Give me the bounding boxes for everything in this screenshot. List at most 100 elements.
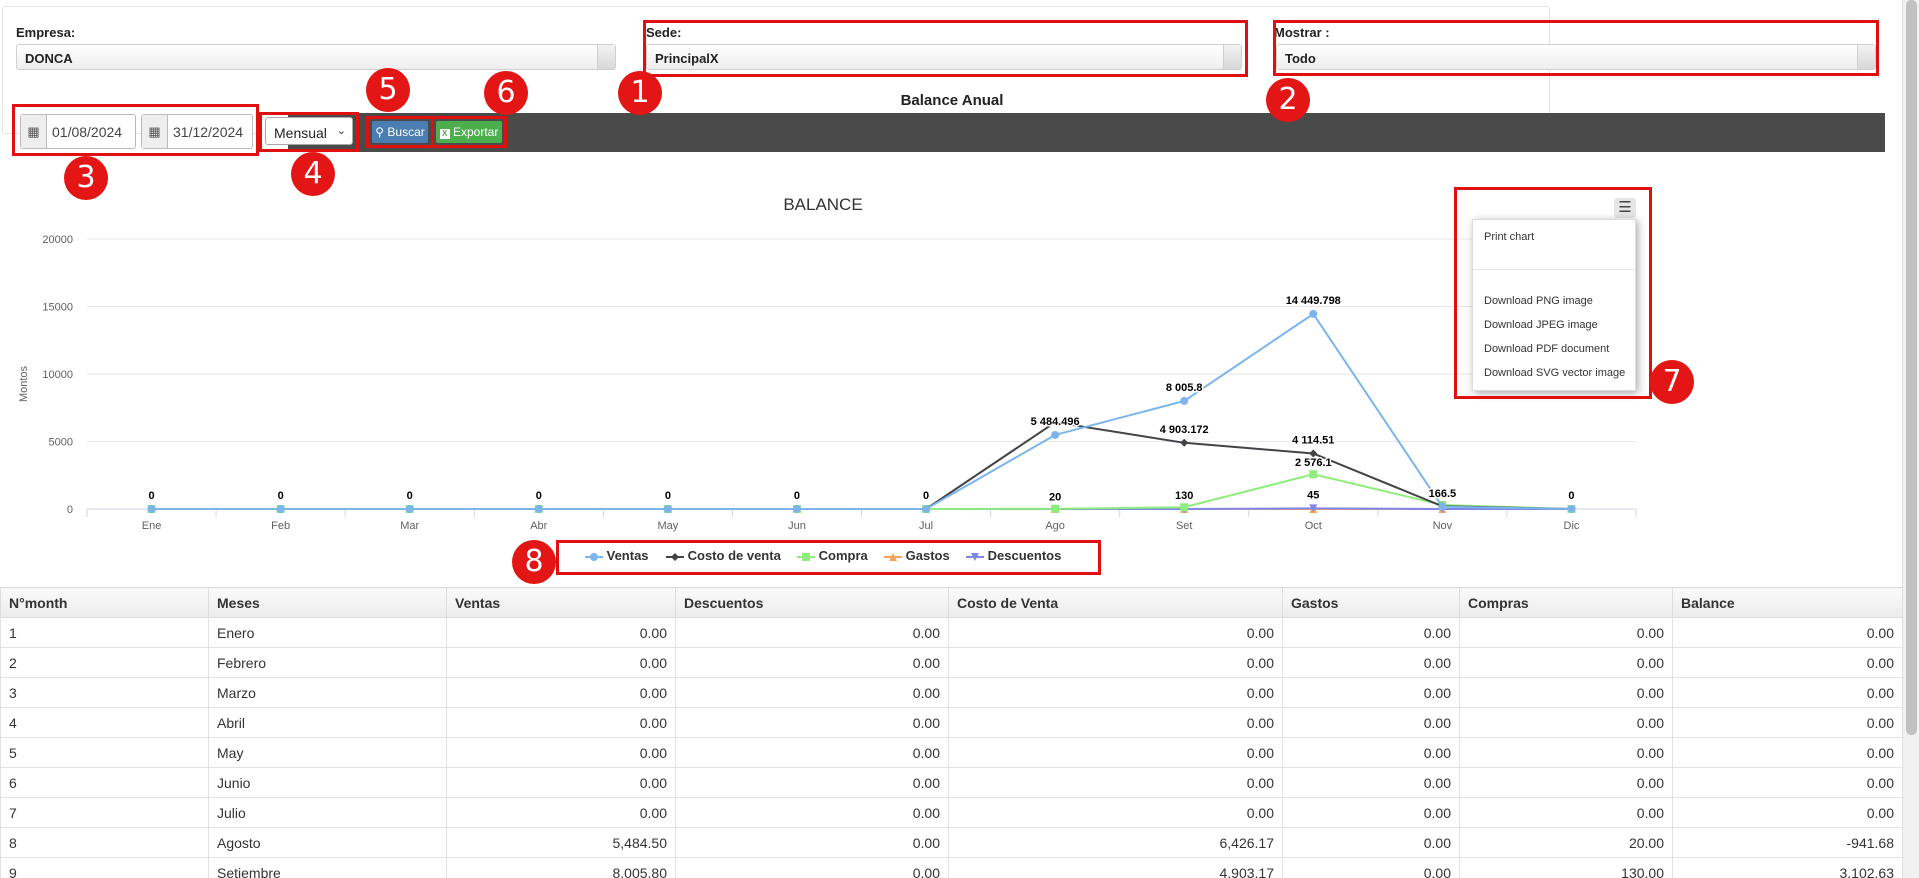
sede-select[interactable]: PrincipalX [646,44,1242,70]
table-cell: 0.00 [1672,677,1902,708]
legend-label: Ventas [606,548,649,563]
table-row[interactable]: 4 Abril 0.00 0.00 0.00 0.00 0.00 0.00 [0,707,1902,738]
column-header[interactable]: Ventas [446,587,676,618]
table-cell: May [208,737,447,768]
menu-item-jpeg[interactable]: Download JPEG image [1484,319,1598,331]
table-row[interactable]: 1 Enero 0.00 0.00 0.00 0.00 0.00 0.00 [0,617,1902,648]
table-cell: 0.00 [675,617,949,648]
legend-item-gastos[interactable]: Gastos [884,548,950,563]
empresa-select[interactable]: DONCA [16,44,616,70]
table-cell: Setiembre [208,857,447,878]
date-to-value: 31/12/2024 [173,124,244,140]
table-cell: 4,903.17 [948,857,1283,878]
data-label: 2 576.1 [1295,457,1332,469]
period-select[interactable]: Mensual ⌄ [265,117,353,145]
chart-title: BALANCE [783,195,863,214]
column-header[interactable]: Compras [1459,587,1673,618]
table-cell: 0.00 [1282,857,1460,878]
mostrar-select[interactable]: Todo [1276,44,1876,70]
data-label: 0 [148,490,154,502]
section-title: Balance Anual [900,92,1004,109]
legend-item-compra[interactable]: Compra [797,548,868,563]
table-row[interactable]: 6 Junio 0.00 0.00 0.00 0.00 0.00 0.00 [0,767,1902,798]
period-value: Mensual [274,125,327,141]
table-cell: 0.00 [446,767,676,798]
data-point [1309,309,1318,318]
table-cell: 0.00 [446,737,676,768]
table-cell: 0.00 [1282,647,1460,678]
table-cell: 5 [0,737,209,768]
legend-label: Descuentos [987,548,1062,563]
toolbar-bar [288,113,1885,152]
table-row[interactable]: 5 May 0.00 0.00 0.00 0.00 0.00 0.00 [0,737,1902,768]
table-cell: 0.00 [675,707,949,738]
y-tick-label: 5000 [49,437,73,449]
date-from-input[interactable]: ▦ 01/08/2024 [20,114,136,149]
table-row[interactable]: 9 Setiembre 8,005.80 0.00 4,903.17 0.00 130.00… [0,857,1902,878]
legend-marker [966,552,984,561]
table-cell: Abril [208,707,447,738]
chevron-down-icon [1857,45,1875,69]
menu-item-print[interactable]: Print chart [1484,231,1534,243]
menu-item-png[interactable]: Download PNG image [1484,295,1593,307]
x-tick-label: Ene [142,520,162,532]
menu-item-svg[interactable]: Download SVG vector image [1484,367,1625,379]
data-point [1438,502,1447,511]
table-cell: 0.00 [948,797,1283,828]
data-label: 5 484.496 [1031,416,1080,428]
data-point [1567,505,1576,513]
chevron-down-icon [597,45,615,69]
series-line-ventas [151,312,1572,510]
table-row[interactable]: 7 Julio 0.00 0.00 0.00 0.00 0.00 0.00 [0,797,1902,828]
data-point [276,505,285,513]
table-cell: 6,426.17 [948,827,1283,858]
data-point [1180,503,1189,512]
x-tick-label: Oct [1305,520,1322,532]
column-header[interactable]: Meses [208,587,447,618]
legend-label: Compra [818,548,868,563]
table-cell: 0.00 [1282,707,1460,738]
table-cell: 0.00 [446,647,676,678]
column-header[interactable]: Costo de Venta [948,587,1283,618]
table-cell: 1 [0,617,209,648]
empresa-value: DONCA [25,51,73,66]
legend-marker [884,552,902,561]
table-cell: 0.00 [1282,617,1460,648]
y-tick-label: 20000 [42,234,73,246]
calendar-icon: ▦ [21,115,47,148]
exportar-button[interactable]: X Exportar [436,121,502,143]
table-cell: 0.00 [675,647,949,678]
scrollbar-thumb[interactable] [1906,0,1917,735]
data-label: 45 [1307,489,1319,501]
column-header[interactable]: Balance [1672,587,1902,618]
data-point [405,505,414,513]
table-cell: 0.00 [675,857,949,878]
balance-chart: 05000100001500020000Ene Feb Mar Abr May Jun Ju… [18,234,1637,532]
column-header[interactable]: N°month [0,587,209,618]
legend-item-descuentos[interactable]: Descuentos [966,548,1061,563]
annotation-badge: 8 [512,540,556,584]
table-cell: 0.00 [1459,737,1673,768]
column-header[interactable]: Descuentos [675,587,949,618]
table-cell: Agosto [208,827,447,858]
x-tick-label: Ago [1045,520,1065,532]
table-cell: -941.68 [1672,827,1902,858]
chart-menu-button[interactable]: ☰ [1614,198,1636,218]
legend-item-ventas[interactable]: Ventas [585,548,649,563]
page-scrollbar[interactable] [1902,0,1919,878]
table-row[interactable]: 2 Febrero 0.00 0.00 0.00 0.00 0.00 0.00 [0,647,1902,678]
legend-label: Costo de venta [687,548,781,563]
column-header[interactable]: Gastos [1282,587,1460,618]
table-cell: 0.00 [1459,647,1673,678]
table-row[interactable]: 3 Marzo 0.00 0.00 0.00 0.00 0.00 0.00 [0,677,1902,708]
legend-label: Gastos [905,548,950,563]
buscar-button[interactable]: ⚲ Buscar [372,121,428,143]
table-row[interactable]: 8 Agosto 5,484.50 0.00 6,426.17 0.00 20.00 -941… [0,827,1902,858]
annotation-badge: 1 [618,71,662,115]
legend-item-costo[interactable]: Costo de venta [666,548,781,563]
menu-item-pdf[interactable]: Download PDF document [1484,343,1609,355]
table-cell: 0.00 [675,797,949,828]
table-cell: 2 [0,647,209,678]
chart-context-menu: Print chart Download PNG image Download … [1472,219,1636,391]
date-to-input[interactable]: ▦ 31/12/2024 [141,114,253,149]
